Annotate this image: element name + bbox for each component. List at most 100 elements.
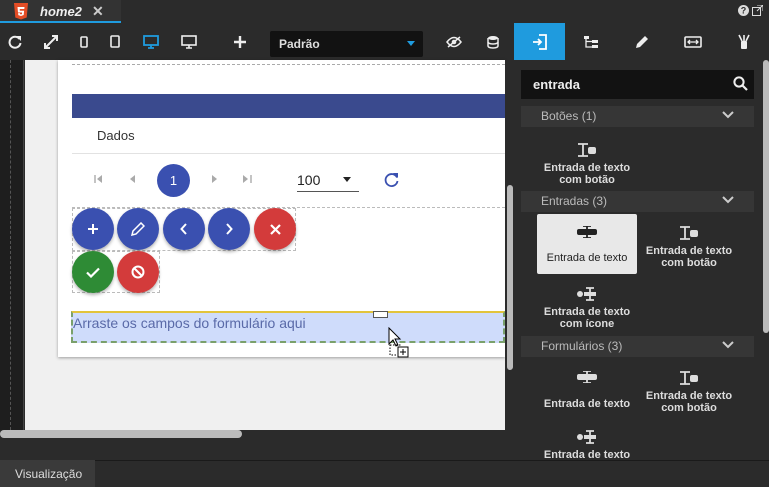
pencil-icon — [635, 35, 648, 48]
insert-icon — [532, 33, 547, 50]
gutter-guide — [10, 60, 13, 430]
fullscreen-icon[interactable] — [37, 23, 65, 60]
tab-dados[interactable]: Dados — [97, 128, 135, 143]
chevron-left-icon — [180, 223, 187, 235]
phone-device-icon[interactable] — [70, 23, 98, 60]
text-input-button-icon — [639, 371, 739, 385]
tab-style[interactable] — [718, 23, 769, 60]
chevron-down-icon — [722, 111, 734, 119]
tab-home2[interactable]: home2 ✕ — [0, 0, 121, 23]
text-input-icon-icon — [537, 430, 637, 444]
component-text-input-button[interactable]: Entrada de texto com botão — [639, 220, 739, 280]
component-label: Entrada de texto com botão — [543, 162, 631, 186]
tab-edit[interactable] — [616, 23, 667, 60]
text-input-button-icon — [537, 143, 637, 157]
popout-icon[interactable] — [752, 5, 763, 16]
previous-button[interactable] — [163, 208, 205, 250]
component-label: Entrada de texto com ícone — [543, 306, 631, 330]
tab-tree[interactable] — [565, 23, 616, 60]
add-button[interactable] — [72, 208, 114, 250]
chevron-right-icon — [226, 223, 233, 235]
page-size-select[interactable]: 100 — [297, 170, 359, 192]
prev-page-icon[interactable] — [130, 175, 136, 183]
text-input-icon-icon — [537, 287, 637, 301]
dropzone-placeholder: Arraste os campos do formulário aqui — [73, 315, 306, 331]
drag-handle[interactable] — [373, 311, 388, 318]
brush-icon — [737, 34, 750, 49]
category-label: Entradas (3) — [541, 194, 608, 208]
drag-cursor-icon — [388, 327, 410, 358]
tab-title: home2 — [40, 4, 82, 19]
page-number-current[interactable]: 1 — [157, 164, 190, 197]
component-text-input-button[interactable]: Entrada de texto com botão — [639, 365, 739, 425]
device-select[interactable]: Padrão — [270, 31, 423, 57]
container-outline — [72, 64, 505, 65]
component-search-input[interactable]: entrada — [521, 70, 754, 99]
text-input-icon — [537, 226, 637, 238]
component-label: Entrada de texto com botão — [645, 245, 733, 269]
next-page-icon[interactable] — [212, 175, 218, 183]
chevron-down-icon — [722, 341, 734, 349]
cancel-button[interactable] — [254, 208, 296, 250]
last-page-icon[interactable] — [243, 175, 252, 183]
category-label: Formulários (3) — [541, 339, 623, 353]
block-icon — [131, 265, 145, 279]
component-text-input-icon[interactable]: Entrada de texto — [537, 424, 637, 460]
plus-icon — [88, 224, 98, 234]
component-text-input[interactable]: Entrada de texto — [537, 365, 637, 425]
caret-down-icon — [343, 177, 351, 182]
resize-icon — [683, 35, 702, 48]
next-button[interactable] — [208, 208, 250, 250]
category-formularios[interactable]: Formulários (3) — [521, 336, 754, 357]
tablet-device-icon[interactable] — [101, 23, 129, 60]
tab-resize[interactable] — [667, 23, 718, 60]
html5-icon — [13, 3, 29, 20]
component-text-input-button[interactable]: Entrada de texto com botão — [537, 137, 637, 197]
visibility-icon[interactable] — [440, 23, 468, 60]
chevron-down-icon — [407, 41, 415, 46]
canvas-hscroll-thumb[interactable] — [0, 430, 242, 438]
pager-container — [72, 153, 505, 208]
component-label: Entrada de texto — [543, 398, 631, 410]
status-bar — [0, 460, 769, 487]
tree-icon — [583, 35, 598, 48]
first-page-icon[interactable] — [94, 175, 103, 183]
tab-components[interactable] — [514, 23, 565, 60]
edit-button[interactable] — [117, 208, 159, 250]
reload-icon[interactable] — [1, 23, 29, 60]
form-dropzone[interactable]: Arraste os campos do formulário aqui — [71, 311, 505, 343]
component-text-input-icon[interactable]: Entrada de texto com ícone — [537, 281, 637, 341]
status-tab-label: Visualização — [15, 467, 83, 481]
monitor-device-icon[interactable] — [175, 23, 203, 60]
check-icon — [86, 267, 100, 278]
panel-tabs — [514, 23, 769, 60]
component-text-input[interactable]: Entrada de texto — [537, 214, 637, 274]
close-tab-icon[interactable]: ✕ — [92, 3, 104, 20]
panel-scroll-thumb[interactable] — [763, 60, 769, 333]
category-label: Botões (1) — [541, 109, 597, 123]
designer-toolbar — [0, 23, 514, 60]
app-header-bar[interactable] — [72, 94, 505, 118]
text-input-icon — [537, 371, 637, 383]
close-icon — [269, 223, 281, 235]
refresh-icon[interactable] — [383, 171, 400, 188]
component-label: Entrada de texto — [543, 449, 631, 460]
category-botoes[interactable]: Botões (1) — [521, 106, 754, 127]
block-button[interactable] — [117, 251, 159, 293]
component-label: Entrada de texto — [546, 252, 628, 264]
confirm-button[interactable] — [72, 251, 114, 293]
add-icon[interactable] — [226, 23, 254, 60]
category-entradas[interactable]: Entradas (3) — [521, 191, 754, 212]
desktop-device-icon[interactable] — [137, 23, 165, 60]
component-label: Entrada de texto com botão — [645, 390, 733, 414]
tab-visualizacao[interactable]: Visualização — [0, 460, 95, 487]
svg-text:?: ? — [741, 6, 747, 16]
canvas-vscroll-thumb[interactable] — [507, 185, 513, 370]
page-size-value: 100 — [297, 172, 321, 188]
search-icon[interactable] — [733, 76, 748, 91]
search-value: entrada — [533, 77, 580, 92]
pencil-icon — [131, 222, 145, 236]
database-icon[interactable] — [479, 23, 507, 60]
chevron-down-icon — [722, 196, 734, 204]
help-icon[interactable]: ? — [738, 5, 749, 16]
